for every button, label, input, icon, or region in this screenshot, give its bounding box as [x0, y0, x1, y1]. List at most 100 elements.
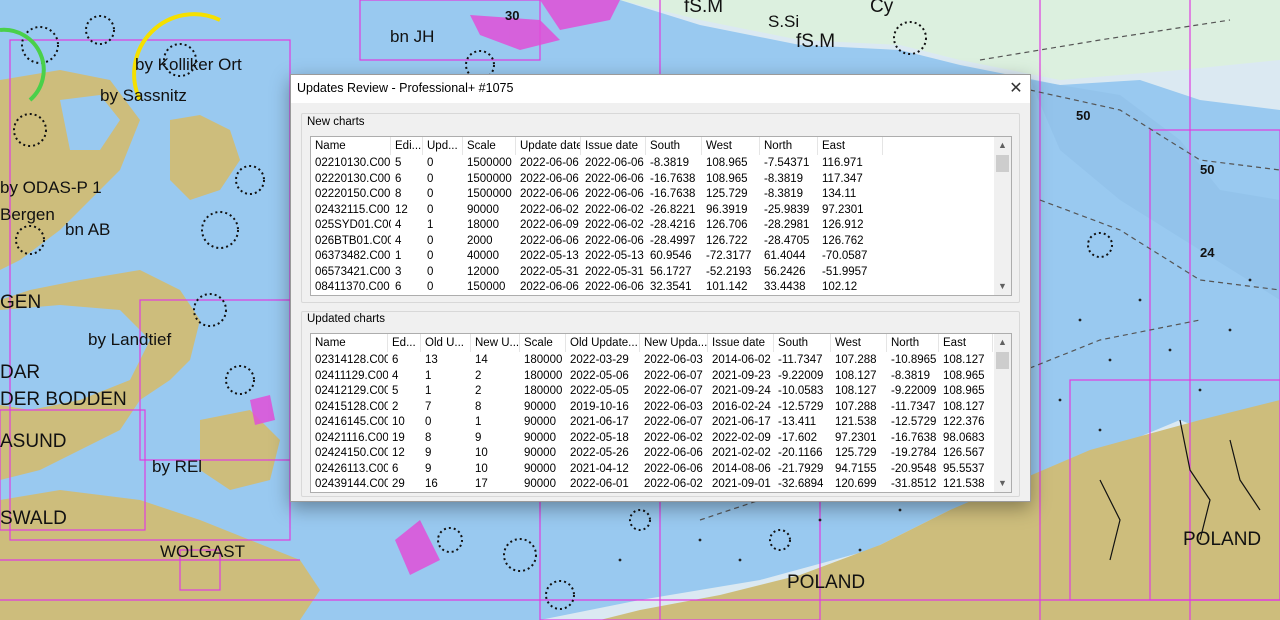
- table-row[interactable]: 06373482.C00 1 0 40000 2022-05-13 2022-05-13 6…: [311, 249, 994, 265]
- table-cell: -17.602: [778, 431, 818, 444]
- table-row[interactable]: 02314128.C00 6 13 14 180000 2022-03-29 2022-06…: [311, 353, 994, 369]
- column-header[interactable]: East: [818, 137, 883, 155]
- column-header[interactable]: Name: [311, 334, 388, 352]
- scroll-thumb[interactable]: [996, 155, 1009, 172]
- table-cell: 29: [392, 478, 405, 490]
- table-row[interactable]: 026BTB01.C00 4 0 2000 2022-06-06 2022-06-06 -2…: [311, 234, 994, 250]
- table-row[interactable]: 08411370.C00 6 0 150000 2022-06-06 2022-06-06…: [311, 280, 994, 295]
- column-header[interactable]: East: [939, 334, 993, 352]
- column-header[interactable]: North: [887, 334, 939, 352]
- column-header[interactable]: Upd...: [423, 137, 463, 155]
- table-cell: 90000: [524, 447, 556, 459]
- column-header[interactable]: New U...: [471, 334, 520, 352]
- dialog-titlebar[interactable]: Updates Review - Professional+ #1075 ✕: [291, 75, 1030, 103]
- table-cell: 33.4438: [764, 281, 806, 293]
- table-cell: 4: [395, 234, 402, 247]
- table-row[interactable]: 02424150.C00 12 9 10 90000 2022-05-26 2022-06-…: [311, 446, 994, 462]
- table-row[interactable]: 02411129.C00 4 1 2 180000 2022-05-06 2022-06-0…: [311, 369, 994, 385]
- table-cell: 96.3919: [706, 203, 748, 216]
- table-cell: -21.7929: [778, 462, 824, 475]
- column-header[interactable]: North: [760, 137, 818, 155]
- table-cell: 02426113.C00: [315, 462, 388, 475]
- column-header[interactable]: Issue date: [708, 334, 774, 352]
- updated-charts-list[interactable]: Name Ed... Old U... New U... Scale Old Update…: [310, 333, 1012, 493]
- table-cell: 107.288: [835, 354, 877, 366]
- column-header[interactable]: Scale: [520, 334, 566, 352]
- table-row[interactable]: 02412129.C00 5 1 2 180000 2022-05-05 2022-06-0…: [311, 384, 994, 400]
- column-header[interactable]: Old Update...: [566, 334, 640, 352]
- table-cell: 102.12: [822, 281, 858, 293]
- map-label: POLAND: [1183, 529, 1262, 550]
- table-row[interactable]: 02426113.C00 6 9 10 90000 2021-04-12 2022-06-0…: [311, 462, 994, 478]
- table-cell: 02220130.C00: [315, 172, 391, 185]
- column-header[interactable]: Issue date: [581, 137, 646, 155]
- new-charts-list[interactable]: Name Edi... Upd... Scale Update date Issue da…: [310, 136, 1012, 296]
- table-cell: 1500000: [467, 188, 512, 200]
- table-cell: -9.22009: [778, 369, 824, 382]
- table-row[interactable]: 025SYD01.C00 4 1 18000 2022-06-09 2022-06-02-…: [311, 218, 994, 234]
- table-cell: 90000: [467, 203, 499, 216]
- table-cell: 97.2301: [835, 431, 877, 444]
- map-label: 50: [1200, 162, 1215, 177]
- column-header[interactable]: Old U...: [421, 334, 471, 352]
- map-label: 30: [505, 8, 520, 23]
- table-row[interactable]: 02439144.C00 29 16 17 90000 2022-06-01 2022-06…: [311, 477, 994, 492]
- table-cell: 2022-06-01: [570, 478, 629, 490]
- scroll-up-icon[interactable]: ▲: [994, 334, 1011, 351]
- table-row[interactable]: 02432115.C00 12 0 90000 2022-06-02 2022-06-02…: [311, 203, 994, 219]
- column-header[interactable]: Name: [311, 137, 391, 155]
- updated-charts-scrollbar[interactable]: ▲ ▼: [994, 334, 1011, 492]
- table-cell: 126.567: [943, 447, 985, 459]
- table-cell: 19: [392, 431, 405, 444]
- table-cell: 2021-09-24: [712, 385, 771, 397]
- column-header[interactable]: West: [831, 334, 887, 352]
- scroll-up-icon[interactable]: ▲: [994, 137, 1011, 154]
- table-cell: 2021-06-17: [712, 416, 771, 428]
- table-cell: 126.706: [706, 219, 748, 231]
- close-icon[interactable]: ✕: [1002, 75, 1030, 103]
- scroll-thumb[interactable]: [996, 352, 1009, 369]
- column-header[interactable]: West: [702, 137, 760, 155]
- table-cell: 02411129.C00: [315, 369, 388, 382]
- table-row[interactable]: 02416145.C00 10 0 1 90000 2021-06-17 2022-06-0…: [311, 415, 994, 431]
- table-cell: 108.127: [835, 369, 877, 382]
- table-cell: 2022-03-29: [570, 354, 629, 366]
- table-cell: 2021-02-02: [712, 447, 771, 459]
- table-cell: 02421116.C00: [315, 431, 388, 444]
- table-cell: 2022-06-07: [644, 385, 703, 397]
- column-header[interactable]: South: [646, 137, 702, 155]
- column-header[interactable]: South: [774, 334, 831, 352]
- scroll-down-icon[interactable]: ▼: [994, 278, 1011, 295]
- map-label: bn JH: [390, 27, 435, 46]
- table-cell: -52.2193: [706, 265, 752, 278]
- table-cell: 56.1727: [650, 265, 692, 278]
- table-cell: -10.0583: [778, 385, 824, 397]
- table-cell: 02415128.C00: [315, 400, 388, 413]
- table-cell: 2022-05-18: [570, 431, 629, 444]
- table-cell: -31.8512: [891, 478, 937, 490]
- table-cell: 9: [425, 462, 432, 475]
- table-row[interactable]: 02220150.C00 8 0 1500000 2022-06-06 2022-06-0…: [311, 187, 994, 203]
- column-header[interactable]: Ed...: [388, 334, 421, 352]
- table-cell: 02424150.C00: [315, 447, 388, 459]
- table-cell: 17: [475, 478, 488, 490]
- table-row[interactable]: 02210130.C00 5 0 1500000 2022-06-06 2022-06-0…: [311, 156, 994, 172]
- new-charts-scrollbar[interactable]: ▲ ▼: [994, 137, 1011, 295]
- table-cell: -11.7347: [891, 400, 936, 413]
- table-cell: 5: [392, 385, 399, 397]
- map-label: by Kolliker Ort: [135, 55, 242, 74]
- table-row[interactable]: 02415128.C00 2 7 8 90000 2019-10-16 2022-06-03…: [311, 400, 994, 416]
- column-header[interactable]: Scale: [463, 137, 516, 155]
- column-header[interactable]: Edi...: [391, 137, 423, 155]
- table-row[interactable]: 02421116.C00 19 8 9 90000 2022-05-18 2022-06-0…: [311, 431, 994, 447]
- table-cell: 1: [425, 369, 432, 382]
- table-cell: 61.4044: [764, 250, 806, 262]
- table-cell: -28.4216: [650, 219, 696, 231]
- table-row[interactable]: 06573421.C00 3 0 12000 2022-05-31 2022-05-31 5…: [311, 265, 994, 281]
- table-cell: 2022-02-09: [712, 431, 771, 444]
- column-header[interactable]: Update date: [516, 137, 581, 155]
- column-header[interactable]: New Upda...: [640, 334, 708, 352]
- table-cell: 6: [395, 172, 402, 185]
- scroll-down-icon[interactable]: ▼: [994, 475, 1011, 492]
- table-row[interactable]: 02220130.C00 6 0 1500000 2022-06-06 2022-06-0…: [311, 172, 994, 188]
